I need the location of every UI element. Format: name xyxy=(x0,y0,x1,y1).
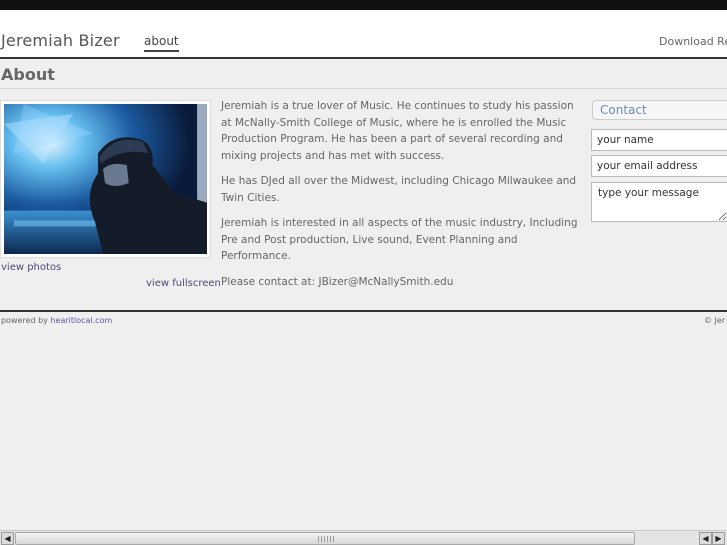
bio-paragraph: Jeremiah is a true lover of Music. He co… xyxy=(221,100,574,162)
view-photos-link[interactable]: view photos xyxy=(1,262,61,273)
footer-powered-by: powered by hearitlocal.com xyxy=(1,316,112,325)
site-title[interactable]: Jeremiah Bizer xyxy=(1,31,120,50)
dj-photo xyxy=(4,104,207,254)
scroll-left-arrow-icon[interactable]: ◀ xyxy=(1,532,14,545)
profile-photo-frame[interactable] xyxy=(0,100,211,258)
heading-divider xyxy=(0,88,727,89)
footer-copyright: © Jer xyxy=(704,316,726,325)
page-title: About xyxy=(1,65,55,84)
scroll-left-arrow-icon[interactable]: ◀ xyxy=(699,532,712,545)
bio-contact-line: Please contact at: JBizer@McNallySmith.e… xyxy=(221,275,454,288)
contact-email-field[interactable] xyxy=(591,155,727,177)
top-black-bar xyxy=(0,0,727,10)
contact-message-field[interactable]: type your message xyxy=(591,182,727,222)
nav-link-about[interactable]: about xyxy=(144,34,179,52)
scrollbar-grip-icon xyxy=(318,536,334,542)
bio-paragraph: He has DJed all over the Midwest, includ… xyxy=(221,175,577,204)
contact-heading: Contact xyxy=(592,100,727,120)
horizontal-scrollbar[interactable]: ◀ ◀ ▶ xyxy=(0,530,727,545)
contact-name-field[interactable] xyxy=(591,129,727,151)
bio-text: Jeremiah is a true lover of Music. He co… xyxy=(221,98,581,299)
nav-link-download[interactable]: Download Re xyxy=(659,35,727,48)
scrollbar-thumb[interactable] xyxy=(15,532,635,545)
view-fullscreen-link[interactable]: view fullscreen xyxy=(146,278,221,289)
scroll-right-arrow-icon[interactable]: ▶ xyxy=(712,532,725,545)
hearitlocal-link[interactable]: hearitlocal.com xyxy=(50,316,112,325)
site-header: Jeremiah Bizer about Download Re xyxy=(0,10,727,59)
footer-divider xyxy=(0,310,727,312)
bio-paragraph: Jeremiah is interested in all aspects of… xyxy=(221,217,578,262)
powered-by-label: powered by xyxy=(1,316,51,325)
